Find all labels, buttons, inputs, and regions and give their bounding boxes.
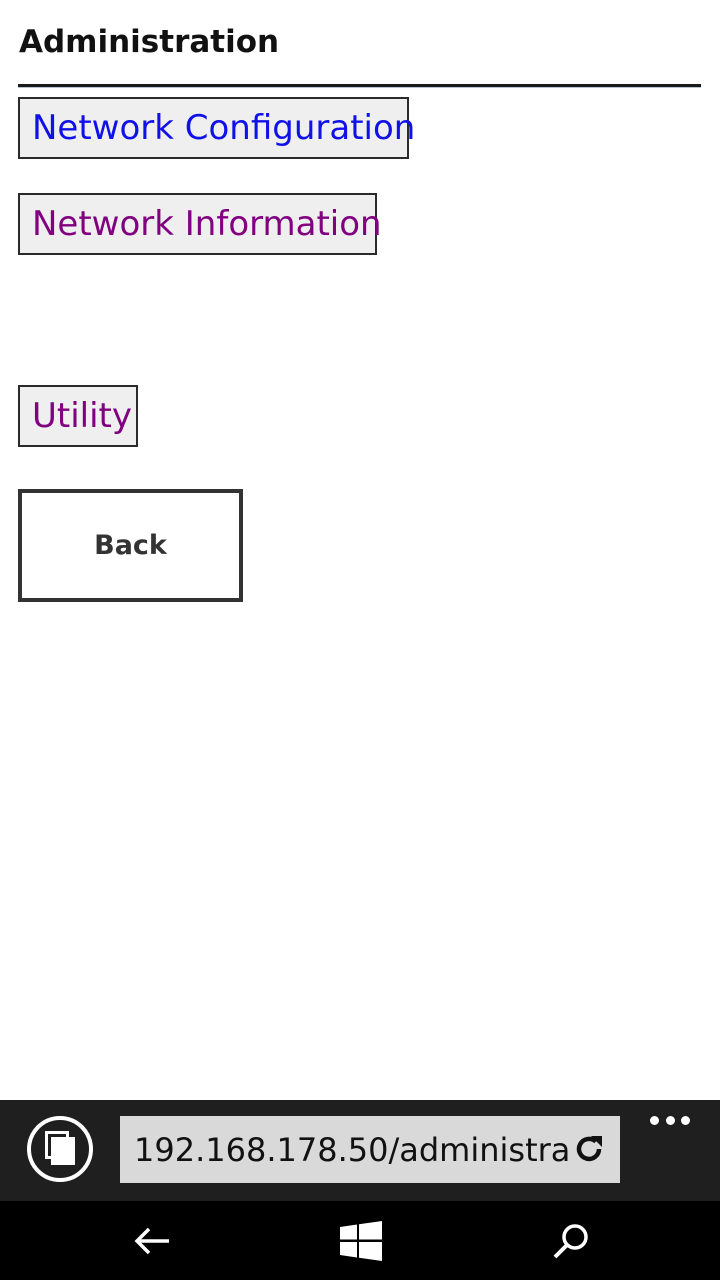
utility-link[interactable]: Utility	[18, 385, 138, 447]
more-dot	[665, 1115, 675, 1125]
browser-toolbar: 192.168.178.50/administration	[0, 1100, 720, 1201]
network-information-link[interactable]: Network Information	[18, 193, 382, 255]
more-dot	[650, 1115, 659, 1125]
refresh-icon[interactable]	[572, 1132, 606, 1166]
tabs-icon-front-square	[51, 1137, 75, 1165]
page: Administration Network Configuration Net…	[0, 0, 720, 1280]
navigation-bar	[0, 1201, 720, 1280]
search-icon[interactable]	[549, 1219, 593, 1263]
windows-icon[interactable]	[338, 1219, 382, 1263]
title-divider	[18, 84, 701, 88]
tabs-icon[interactable]	[27, 1116, 93, 1182]
page-title: Administration	[19, 24, 280, 60]
address-text[interactable]: 192.168.178.50/administration	[134, 1131, 568, 1169]
back-button[interactable]: Back	[18, 489, 243, 602]
more-dot	[681, 1115, 690, 1125]
more-icon[interactable]	[650, 1114, 690, 1126]
network-configuration-link[interactable]: Network Configuration	[18, 97, 415, 159]
back-arrow-icon[interactable]	[131, 1219, 175, 1263]
address-bar[interactable]: 192.168.178.50/administration	[120, 1116, 620, 1183]
